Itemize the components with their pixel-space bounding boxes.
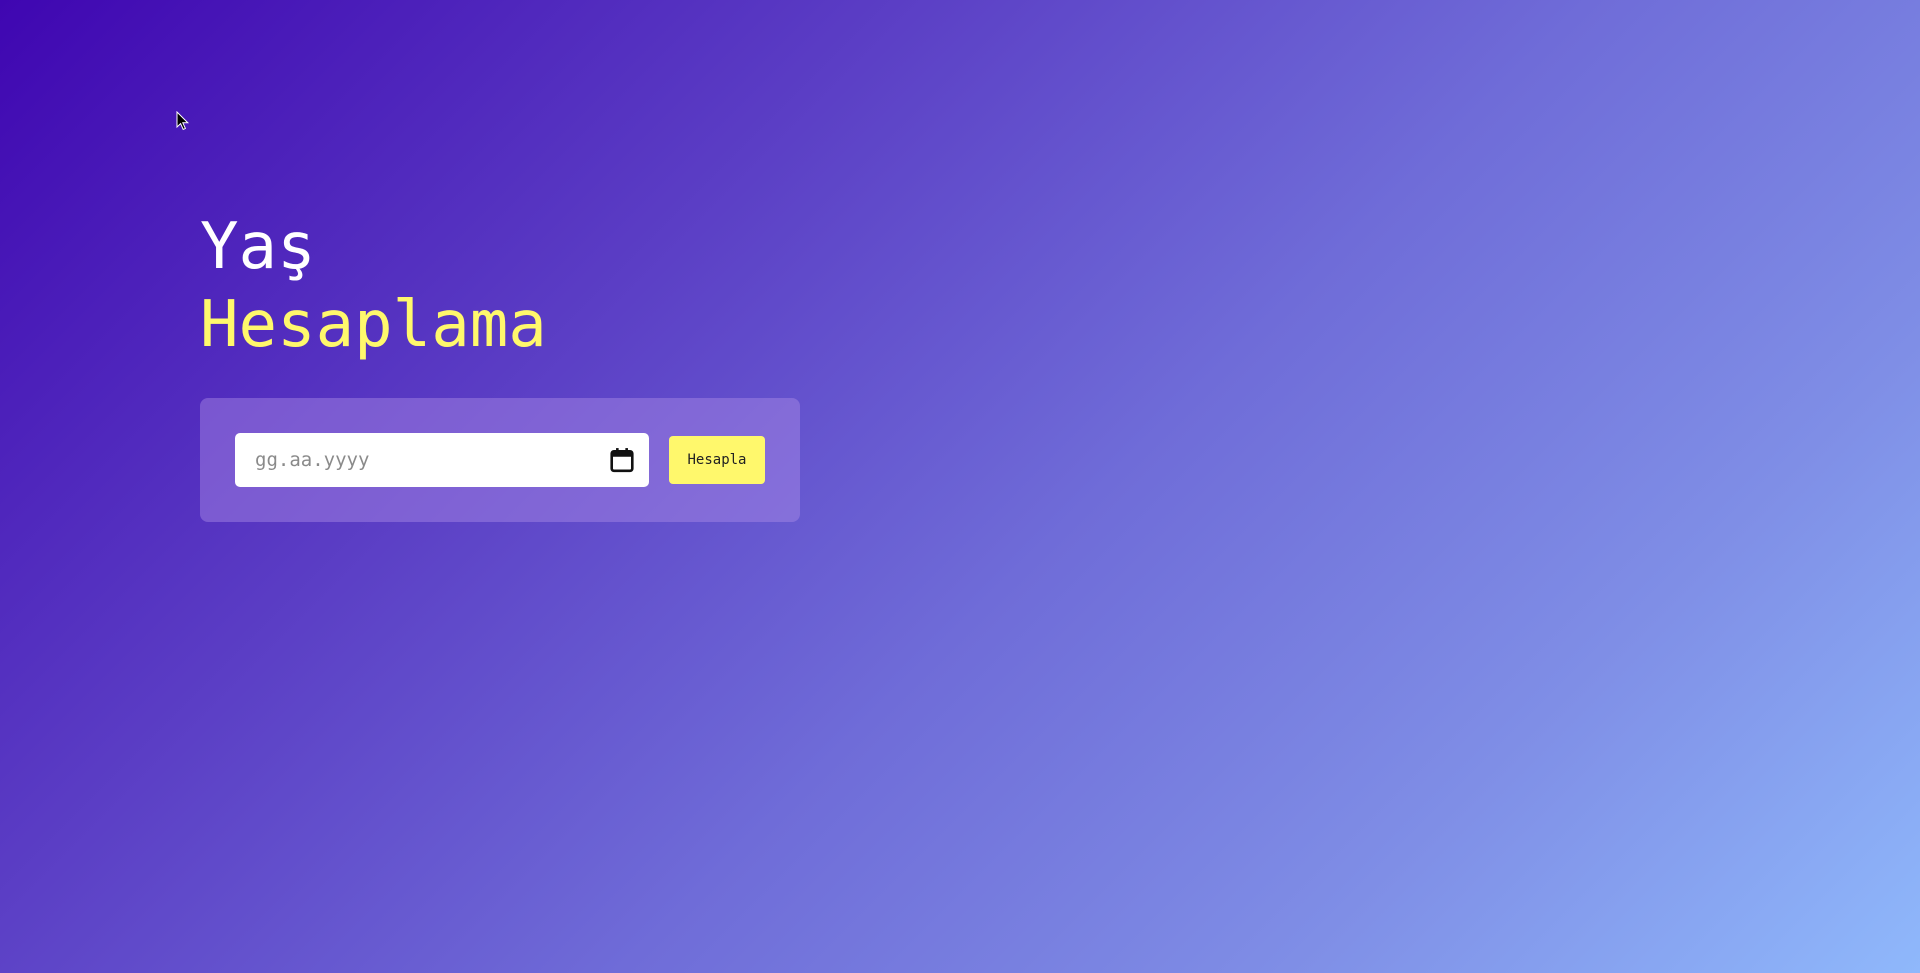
title-line-age: Yaş xyxy=(200,210,316,284)
calculate-button[interactable]: Hesapla xyxy=(669,436,765,484)
birth-date-input[interactable]: gg.aa.yyyy xyxy=(235,433,649,487)
title-line-calculation: Hesaplama xyxy=(200,288,547,362)
date-placeholder: gg.aa.yyyy xyxy=(255,449,370,471)
page-title: Yaş Hesaplama xyxy=(200,208,547,364)
mouse-cursor-icon xyxy=(176,111,190,131)
age-form-panel: gg.aa.yyyy Hesapla xyxy=(200,398,800,522)
calendar-icon[interactable] xyxy=(609,447,635,473)
